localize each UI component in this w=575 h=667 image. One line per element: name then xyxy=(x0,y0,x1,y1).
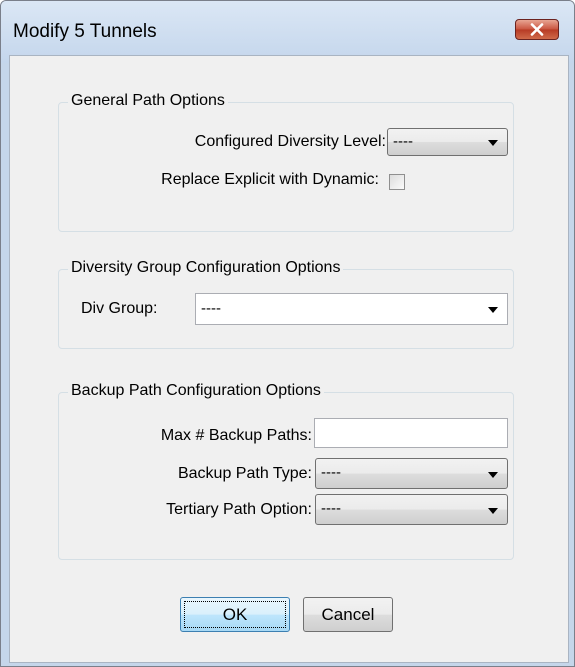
max-backup-label: Max # Backup Paths: xyxy=(160,427,312,444)
backup-type-value: ---- xyxy=(321,464,341,481)
dialog-body: General Path Options Configured Diversit… xyxy=(9,55,569,663)
tertiary-option-dropdown[interactable]: ---- xyxy=(315,494,508,525)
backup-path-options-legend: Backup Path Configuration Options xyxy=(68,382,324,400)
backup-path-options-group: Backup Path Configuration Options Max # … xyxy=(58,382,514,560)
replace-explicit-label: Replace Explicit with Dynamic: xyxy=(161,171,379,188)
tertiary-option-value: ---- xyxy=(321,500,341,517)
title-bar[interactable]: Modify 5 Tunnels xyxy=(1,1,574,63)
window-title: Modify 5 Tunnels xyxy=(13,21,157,42)
general-path-options-group: General Path Options Configured Diversit… xyxy=(58,92,514,232)
ok-button[interactable]: OK xyxy=(180,597,290,632)
chevron-down-icon xyxy=(488,307,498,313)
focus-ring xyxy=(184,601,286,628)
diversity-level-dropdown[interactable]: ---- xyxy=(387,128,508,156)
diversity-level-value: ---- xyxy=(393,133,413,150)
cancel-button[interactable]: Cancel xyxy=(303,597,393,632)
div-group-dropdown[interactable]: ---- xyxy=(195,293,508,325)
tertiary-option-label: Tertiary Path Option: xyxy=(166,501,312,518)
chevron-down-icon xyxy=(488,472,498,478)
diversity-group-options-legend: Diversity Group Configuration Options xyxy=(68,259,344,277)
max-backup-input[interactable] xyxy=(314,418,508,448)
div-group-label: Div Group: xyxy=(81,300,158,317)
diversity-group-options-group: Diversity Group Configuration Options Di… xyxy=(58,259,514,349)
backup-type-dropdown[interactable]: ---- xyxy=(315,458,508,489)
backup-type-label: Backup Path Type: xyxy=(177,465,312,482)
chevron-down-icon xyxy=(488,140,498,146)
div-group-value: ---- xyxy=(201,300,221,317)
diversity-level-label: Configured Diversity Level: xyxy=(194,133,386,150)
dialog-window: Modify 5 Tunnels General Path Options Co… xyxy=(0,0,575,667)
close-icon xyxy=(530,23,544,36)
replace-explicit-checkbox[interactable] xyxy=(389,174,405,190)
chevron-down-icon xyxy=(488,508,498,514)
general-path-options-legend: General Path Options xyxy=(68,92,228,110)
close-button[interactable] xyxy=(515,19,559,40)
cancel-button-label: Cancel xyxy=(321,605,375,624)
